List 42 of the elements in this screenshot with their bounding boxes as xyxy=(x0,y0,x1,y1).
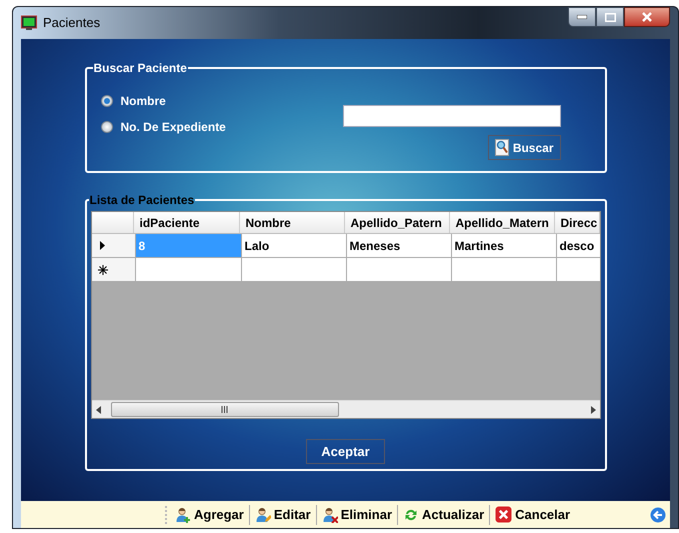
toolbar-button[interactable]: Eliminar xyxy=(320,502,394,526)
column-header[interactable]: Direcc xyxy=(554,212,600,233)
accept-button[interactable]: Aceptar xyxy=(306,439,385,464)
group-title: Buscar Paciente xyxy=(92,60,188,77)
close-button[interactable] xyxy=(624,7,670,27)
scrollbar-thumb[interactable] xyxy=(110,402,338,417)
user-add-icon xyxy=(175,506,191,522)
radio-button[interactable] xyxy=(100,121,112,133)
maximize-button[interactable] xyxy=(596,7,624,27)
search-icon xyxy=(494,139,509,156)
radio-button[interactable] xyxy=(100,95,112,107)
close-icon xyxy=(641,12,653,22)
cancel-icon xyxy=(495,506,512,523)
scroll-right-icon xyxy=(590,406,596,414)
row-header[interactable] xyxy=(92,258,136,281)
window-app-icon xyxy=(21,15,37,31)
minimize-button[interactable] xyxy=(568,7,596,27)
toolbar-button[interactable]: Agregar xyxy=(173,502,246,526)
scroll-left-icon xyxy=(96,406,100,414)
maximize-icon xyxy=(604,12,616,22)
minimize-icon xyxy=(577,15,587,19)
column-header[interactable]: idPaciente xyxy=(134,212,240,233)
toolbar-button[interactable]: Actualizar xyxy=(401,502,486,526)
table-cell[interactable]: Lalo xyxy=(242,234,346,257)
radio-option[interactable]: Nombre xyxy=(100,92,226,110)
column-header[interactable]: Nombre xyxy=(240,212,344,233)
toolbar-button[interactable]: Cancelar xyxy=(493,502,572,526)
grip-icon xyxy=(221,406,228,413)
row-header[interactable] xyxy=(92,234,136,257)
table-cell[interactable]: Meneses xyxy=(346,234,452,257)
group-title: Lista de Pacientes xyxy=(88,192,196,209)
user-edit-icon xyxy=(254,506,271,522)
table-cell[interactable]: Martines xyxy=(452,234,556,257)
horizontal-scrollbar[interactable] xyxy=(92,400,600,418)
search-button[interactable]: Buscar xyxy=(488,135,560,160)
radio-option[interactable]: No. De Expediente xyxy=(100,118,226,136)
user-delete-icon xyxy=(322,506,338,522)
toolbar-button[interactable]: Editar xyxy=(252,502,313,526)
window-title: Pacientes xyxy=(43,14,100,32)
search-field[interactable] xyxy=(342,105,560,127)
column-header[interactable]: Apellido_Patern xyxy=(344,212,450,233)
column-header[interactable]: Apellido_Matern xyxy=(450,212,554,233)
